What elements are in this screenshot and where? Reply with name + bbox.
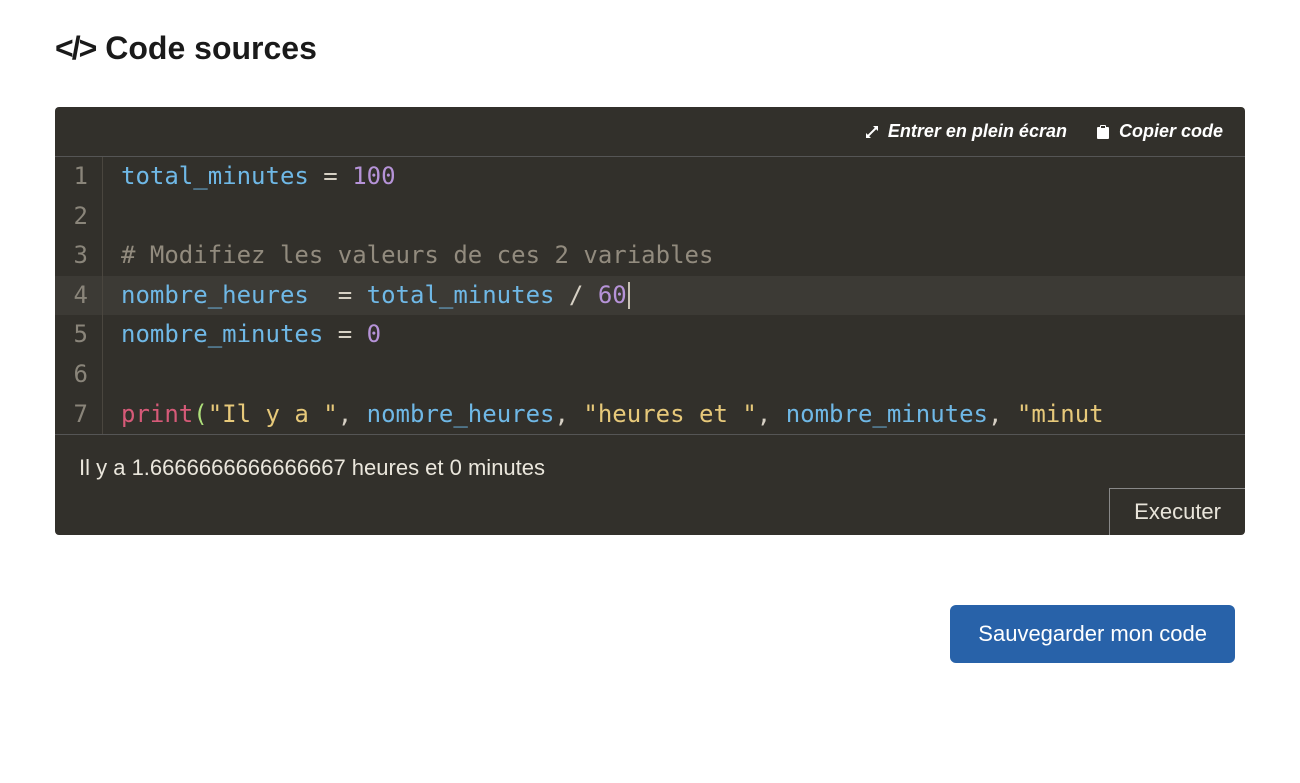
code-line[interactable]: 2 — [55, 197, 1245, 237]
copy-code-button[interactable]: Copier code — [1095, 121, 1223, 142]
line-number: 5 — [55, 315, 103, 355]
code-line[interactable]: 7print("Il y a ", nombre_heures, "heures… — [55, 395, 1245, 435]
save-button[interactable]: Sauvegarder mon code — [950, 605, 1235, 663]
code-editor[interactable]: 1total_minutes = 10023# Modifiez les val… — [55, 156, 1245, 435]
line-number: 3 — [55, 236, 103, 276]
fullscreen-label: Entrer en plein écran — [888, 121, 1067, 142]
code-editor-frame: Entrer en plein écran Copier code 1total… — [55, 107, 1245, 535]
execute-button[interactable]: Executer — [1109, 488, 1245, 535]
code-line[interactable]: 3# Modifiez les valeurs de ces 2 variabl… — [55, 236, 1245, 276]
line-number: 2 — [55, 197, 103, 237]
output-text: Il y a 1.6666666666666667 heures et 0 mi… — [79, 455, 1221, 481]
code-line[interactable]: 6 — [55, 355, 1245, 395]
line-number: 6 — [55, 355, 103, 395]
text-cursor — [628, 282, 630, 308]
code-line[interactable]: 5nombre_minutes = 0 — [55, 315, 1245, 355]
code-content[interactable]: nombre_heures = total_minutes / 60 — [103, 276, 1245, 316]
line-number: 1 — [55, 157, 103, 197]
code-content[interactable]: nombre_minutes = 0 — [103, 315, 1245, 355]
code-line[interactable]: 4nombre_heures = total_minutes / 60 — [55, 276, 1245, 316]
line-number: 7 — [55, 395, 103, 435]
output-panel: Il y a 1.6666666666666667 heures et 0 mi… — [55, 435, 1245, 535]
code-content[interactable]: # Modifiez les valeurs de ces 2 variable… — [103, 236, 1245, 276]
code-content[interactable] — [103, 355, 1245, 395]
code-icon: </> — [55, 30, 95, 67]
code-content[interactable]: total_minutes = 100 — [103, 157, 1245, 197]
save-row: Sauvegarder mon code — [55, 605, 1245, 663]
page-header: </> Code sources — [55, 30, 1245, 67]
code-line[interactable]: 1total_minutes = 100 — [55, 157, 1245, 197]
fullscreen-icon — [864, 124, 880, 140]
editor-toolbar: Entrer en plein écran Copier code — [55, 107, 1245, 156]
code-content[interactable] — [103, 197, 1245, 237]
fullscreen-button[interactable]: Entrer en plein écran — [864, 121, 1067, 142]
copy-code-label: Copier code — [1119, 121, 1223, 142]
code-content[interactable]: print("Il y a ", nombre_heures, "heures … — [103, 395, 1245, 435]
line-number: 4 — [55, 276, 103, 316]
page-title: Code sources — [105, 30, 317, 67]
clipboard-icon — [1095, 124, 1111, 140]
